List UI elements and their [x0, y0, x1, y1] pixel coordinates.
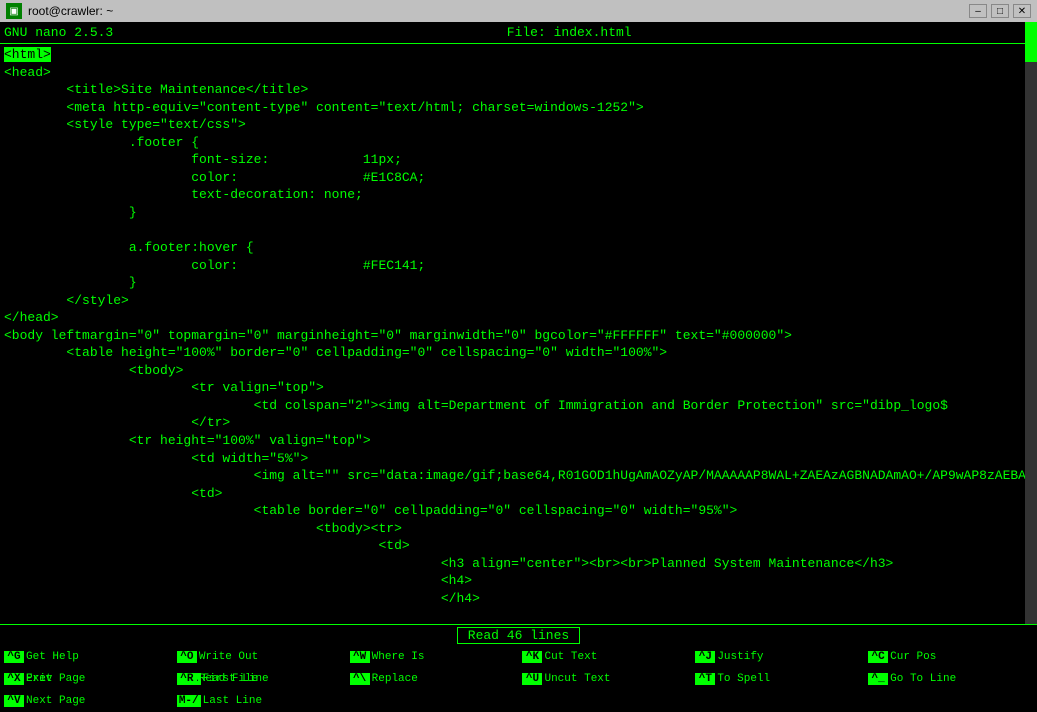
shortcut-get-help: ^G Get Help — [0, 646, 173, 668]
nano-header: GNU nano 2.5.3 File: index.html — [0, 22, 1037, 44]
label-where-is: Where Is — [372, 651, 425, 663]
title-bar-controls: – □ ✕ — [969, 4, 1031, 18]
shortcut-last-line: M-/ Last Line — [173, 690, 346, 712]
close-button[interactable]: ✕ — [1013, 4, 1031, 18]
key-justify: ^J — [695, 651, 715, 663]
shortcut-to-spell: ^T To Spell — [691, 668, 864, 690]
editor-area[interactable]: <html> <head> <title>Site Maintenance</t… — [0, 44, 1037, 624]
shortcut-go-to-line: ^_ Go To Line — [864, 668, 1037, 690]
shortcut-exit: ^X Exit — [0, 668, 173, 690]
label-next-page: Next Page — [26, 695, 85, 707]
shortcut-row-2: ^X Exit ^R Read File ^\ Replace ^U Uncut… — [0, 668, 1037, 690]
label-exit: Exit — [26, 673, 52, 685]
label-uncut-text: Uncut Text — [544, 673, 610, 685]
terminal-icon: ▣ — [6, 3, 22, 19]
key-get-help: ^G — [4, 651, 24, 663]
key-where-is: ^W — [350, 651, 370, 663]
key-cur-pos: ^C — [868, 651, 888, 663]
label-replace: Replace — [372, 673, 418, 685]
editor-content: <html> <head> <title>Site Maintenance</t… — [4, 46, 1033, 624]
scrollbar-thumb[interactable] — [1025, 22, 1037, 62]
label-go-to-line: Go To Line — [890, 673, 956, 685]
shortcut-cut-text: ^K Cut Text — [518, 646, 691, 668]
key-replace: ^\ — [350, 673, 370, 685]
shortcut-replace: ^\ Replace — [346, 668, 519, 690]
label-write-out: Write Out — [199, 651, 258, 663]
shortcut-bars: ^G Get Help ^O Write Out ^W Where Is ^K … — [0, 646, 1037, 690]
key-exit: ^X — [4, 673, 24, 685]
title-bar-left: ▣ root@crawler: ~ — [6, 3, 113, 19]
label-cur-pos: Cur Pos — [890, 651, 936, 663]
minimize-button[interactable]: – — [969, 4, 987, 18]
label-justify: Justify — [717, 651, 763, 663]
scrollbar[interactable] — [1025, 22, 1037, 624]
shortcut-justify: ^J Justify — [691, 646, 864, 668]
key-read-file: ^R — [177, 673, 197, 685]
key-write-out: ^O — [177, 651, 197, 663]
shortcut-write-out: ^O Write Out — [173, 646, 346, 668]
shortcut-row-1: ^G Get Help ^O Write Out ^W Where Is ^K … — [0, 646, 1037, 668]
shortcut-next-page: ^V Next Page — [0, 690, 173, 712]
key-next-page: ^V — [4, 695, 24, 707]
key-go-to-line: ^_ — [868, 673, 888, 685]
status-message: Read 46 lines — [457, 627, 580, 644]
label-cut-text: Cut Text — [544, 651, 597, 663]
key-uncut-text: ^U — [522, 673, 542, 685]
shortcut-cur-pos: ^C Cur Pos — [864, 646, 1037, 668]
shortcut-uncut-text: ^U Uncut Text — [518, 668, 691, 690]
maximize-button[interactable]: □ — [991, 4, 1009, 18]
title-bar-text: root@crawler: ~ — [28, 4, 113, 18]
key-to-spell: ^T — [695, 673, 715, 685]
key-cut-text: ^K — [522, 651, 542, 663]
shortcut-where-is: ^W Where Is — [346, 646, 519, 668]
nano-version: GNU nano 2.5.3 — [4, 25, 113, 40]
status-bar: Read 46 lines — [0, 624, 1037, 646]
label-to-spell: To Spell — [717, 673, 770, 685]
key-last-line: M-/ — [177, 695, 201, 707]
label-read-file: Read File — [199, 673, 258, 685]
title-bar: ▣ root@crawler: ~ – □ ✕ — [0, 0, 1037, 22]
shortcut-read-file: ^R Read File — [173, 668, 346, 690]
label-last-line: Last Line — [203, 695, 262, 707]
nano-filename: File: index.html — [507, 25, 632, 40]
label-get-help: Get Help — [26, 651, 79, 663]
